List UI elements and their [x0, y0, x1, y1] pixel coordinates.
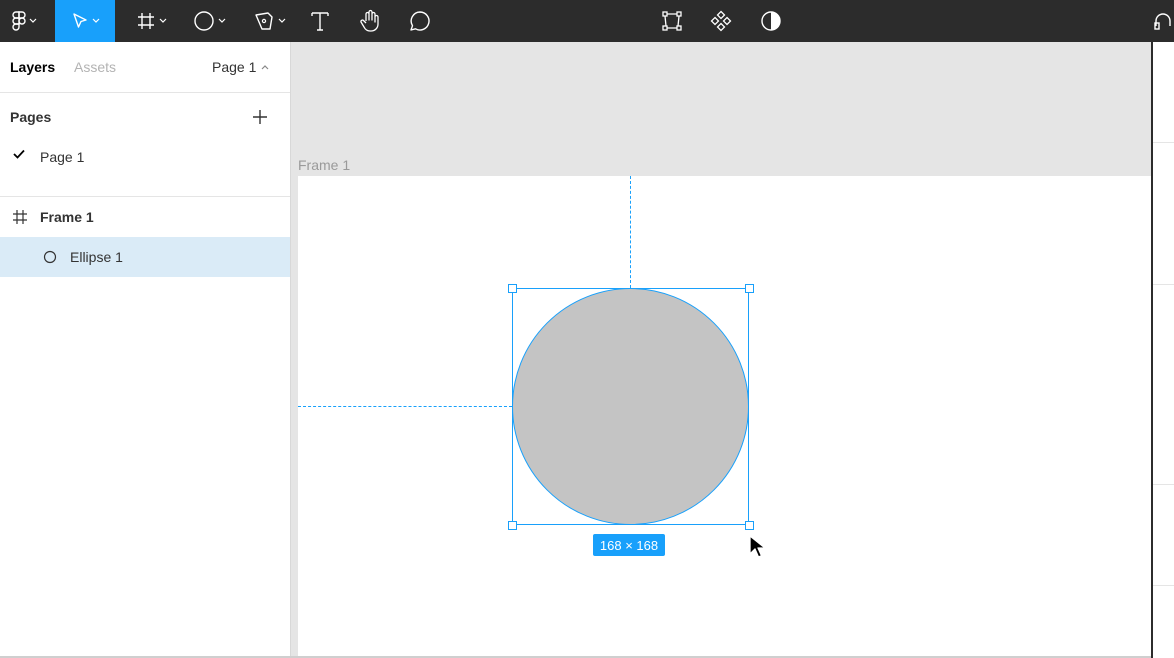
- chevron-down-icon: [218, 18, 225, 23]
- mouse-cursor-icon: [749, 535, 766, 558]
- toolbar: [0, 0, 1174, 42]
- hand-icon: [360, 9, 379, 32]
- right-panel: [1151, 42, 1174, 658]
- layer-item-label: Frame 1: [40, 209, 94, 225]
- page-selector-label: Page 1: [212, 59, 257, 75]
- pages-section: Pages Page 1: [0, 93, 290, 197]
- layer-item-frame[interactable]: Frame 1: [0, 197, 290, 237]
- distance-guide-horizontal: [298, 406, 512, 407]
- layer-item-ellipse[interactable]: Ellipse 1: [0, 237, 290, 277]
- shape-tool-button[interactable]: [186, 0, 232, 42]
- headphones-button[interactable]: [1152, 0, 1174, 42]
- components-button[interactable]: [707, 0, 735, 42]
- page-item-label: Page 1: [40, 149, 85, 165]
- layer-item-label: Ellipse 1: [70, 249, 123, 265]
- pen-tool-button[interactable]: [246, 0, 292, 42]
- check-icon: [13, 149, 25, 159]
- left-panel: Layers Assets Page 1 Pages Page 1 Frame …: [0, 42, 290, 658]
- frame-hash-icon: [137, 13, 154, 29]
- tab-assets[interactable]: Assets: [74, 59, 116, 75]
- frame-tool-button[interactable]: [128, 0, 174, 42]
- text-icon: [311, 12, 329, 31]
- add-page-icon[interactable]: [251, 108, 269, 126]
- resize-handle-bottom-left[interactable]: [508, 521, 517, 530]
- distance-guide-vertical: [630, 176, 631, 288]
- selection-box: [512, 288, 749, 525]
- figma-logo-icon: [11, 11, 26, 31]
- chevron-down-icon: [29, 18, 36, 23]
- comment-tool-button[interactable]: [405, 0, 435, 42]
- hand-tool-button[interactable]: [355, 0, 385, 42]
- panel-tabs: Layers Assets Page 1: [0, 42, 290, 93]
- divider: [1153, 284, 1174, 285]
- component-icon: [710, 10, 732, 32]
- chevron-down-icon: [92, 18, 99, 23]
- ellipse-icon: [193, 11, 214, 31]
- divider: [1153, 585, 1174, 586]
- page-selector[interactable]: Page 1: [212, 59, 269, 75]
- panel-divider[interactable]: [290, 42, 298, 658]
- move-tool-button[interactable]: [55, 0, 115, 42]
- pen-icon: [254, 12, 273, 30]
- size-badge: 168 × 168: [593, 534, 665, 556]
- divider: [1153, 142, 1174, 143]
- chevron-down-icon: [278, 18, 285, 23]
- main-menu-button[interactable]: [0, 0, 48, 42]
- resize-handle-bottom-right[interactable]: [745, 521, 754, 530]
- headphones-icon: [1154, 13, 1171, 30]
- chevron-down-icon: [159, 18, 166, 23]
- resize-handle-top-left[interactable]: [508, 284, 517, 293]
- edit-object-button[interactable]: [658, 0, 686, 42]
- text-tool-button[interactable]: [305, 0, 335, 42]
- mask-button[interactable]: [757, 0, 785, 42]
- frame-label[interactable]: Frame 1: [298, 157, 350, 173]
- resize-handle-top-right[interactable]: [745, 284, 754, 293]
- mask-icon: [761, 11, 781, 31]
- page-item[interactable]: Page 1: [0, 141, 290, 171]
- ellipse-icon: [43, 250, 57, 264]
- edit-object-icon: [662, 11, 682, 31]
- tab-layers[interactable]: Layers: [10, 59, 55, 75]
- divider: [1153, 484, 1174, 485]
- chevron-up-icon: [261, 65, 269, 70]
- frame-hash-icon: [13, 210, 27, 224]
- move-arrow-icon: [72, 13, 87, 28]
- comment-icon: [410, 11, 430, 31]
- pages-title: Pages: [10, 109, 52, 125]
